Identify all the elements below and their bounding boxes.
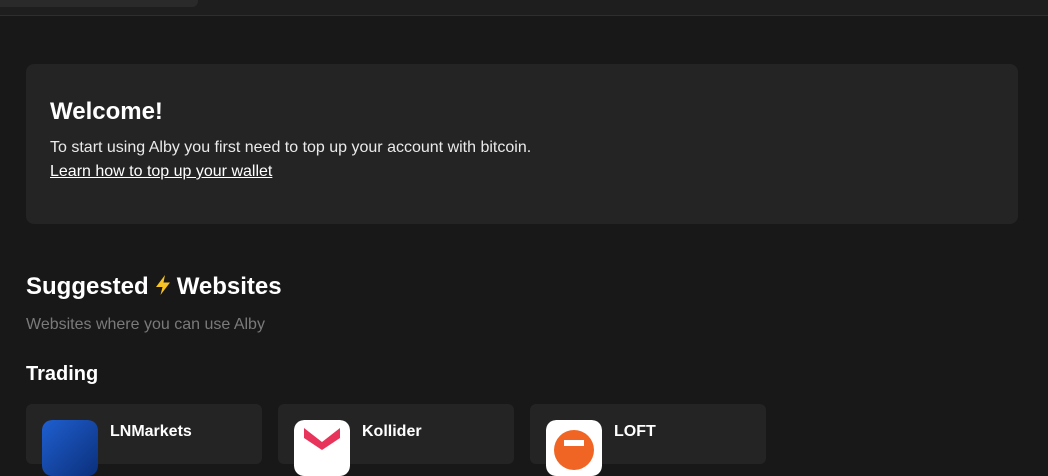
browser-top-bar [0, 0, 1048, 16]
suggested-websites-subtitle: Websites where you can use Alby [26, 316, 265, 333]
site-name: LNMarkets [110, 423, 192, 440]
site-card-loft[interactable]: LOFT [530, 404, 766, 476]
lnmarkets-logo-icon [42, 420, 98, 476]
site-card-kollider[interactable]: Kollider [278, 404, 514, 476]
lightning-bolt-icon [153, 274, 173, 304]
address-bar-remnant[interactable] [0, 0, 198, 7]
welcome-title: Welcome! [50, 98, 163, 125]
site-card-lnmarkets[interactable]: LNMarkets [26, 404, 262, 476]
site-name: Kollider [362, 423, 422, 440]
suggested-websites-heading: Suggested Websites [26, 272, 282, 304]
top-up-guide-link[interactable]: Learn how to top up your wallet [50, 162, 272, 182]
suggested-heading-suffix: Websites [176, 273, 282, 300]
suggested-heading-prefix: Suggested [26, 273, 149, 300]
welcome-text: To start using Alby you first need to to… [50, 139, 532, 156]
loft-logo-icon [546, 420, 602, 476]
kollider-logo-icon [294, 420, 350, 476]
category-heading-trading: Trading [26, 363, 99, 385]
site-name: LOFT [614, 423, 656, 440]
welcome-card: Welcome! To start using Alby you first n… [26, 64, 1018, 224]
